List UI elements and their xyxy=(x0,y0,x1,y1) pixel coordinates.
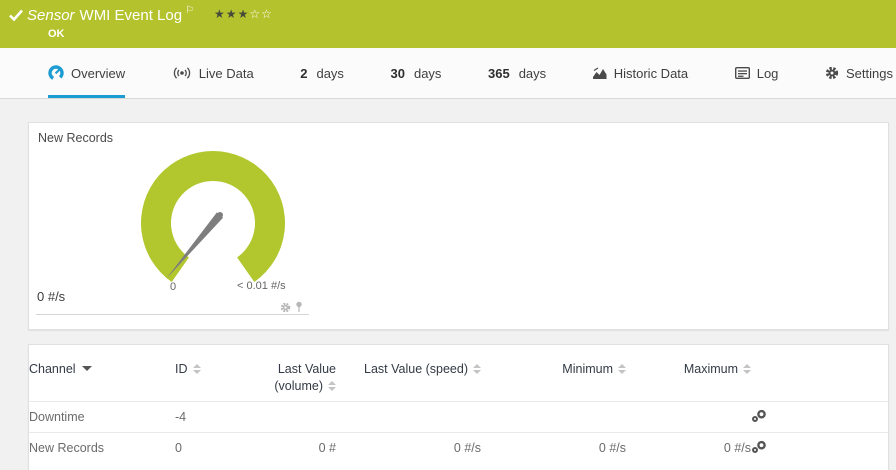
channel-settings-gears-icon[interactable] xyxy=(751,431,890,463)
tab-settings[interactable]: Settings xyxy=(825,48,893,98)
sensor-name: WMI Event Log xyxy=(79,7,183,24)
gauge-panel: New Records 0 < 0.01 #/s 0 #/s xyxy=(28,122,889,330)
column-header-id[interactable]: ID xyxy=(175,345,255,401)
column-header-last-value-volume[interactable]: Last Value (volume) xyxy=(255,345,336,401)
tab-historic-data[interactable]: Historic Data xyxy=(592,48,689,98)
gauge-icon xyxy=(48,65,64,81)
tab-number: 30 xyxy=(390,65,405,81)
gauge-scale-max-label: < 0.01 #/s xyxy=(237,280,286,292)
table-header-row: Channel ID Last Value (volume) Last Valu… xyxy=(29,345,890,401)
tab-365-days[interactable]: 365 days xyxy=(488,48,546,98)
tab-2-days[interactable]: 2 days xyxy=(300,48,344,98)
sort-icon xyxy=(473,364,481,374)
tab-label: Live Data xyxy=(198,65,254,81)
table-row: Downtime -4 xyxy=(29,400,890,433)
tab-label: Log xyxy=(756,65,779,81)
tab-label: Historic Data xyxy=(613,65,689,81)
tab-label: days xyxy=(413,65,442,81)
channel-table-panel: Channel ID Last Value (volume) Last Valu… xyxy=(28,344,890,470)
tab-overview[interactable]: Overview xyxy=(48,48,126,98)
log-icon xyxy=(734,67,750,79)
broadcast-icon xyxy=(172,66,192,80)
cell-maximum xyxy=(626,400,751,433)
cell-id: 0 xyxy=(175,431,255,463)
status-badge: OK xyxy=(48,28,65,40)
sort-icon xyxy=(743,364,751,374)
table-row: New Records 0 0 # 0 #/s 0 #/s 0 #/s xyxy=(29,431,890,463)
tab-label: Settings xyxy=(845,65,893,81)
gear-icon xyxy=(825,66,839,80)
cell-maximum: 0 #/s xyxy=(626,431,751,463)
cell-last-value-volume: 0 # xyxy=(255,431,336,463)
gauge-panel-title: New Records xyxy=(38,131,114,145)
tab-live-data[interactable]: Live Data xyxy=(172,48,254,98)
tab-number: 2 xyxy=(300,65,308,81)
sensor-status-header: Sensor WMI Event Log ⚐ ★★★☆☆ OK xyxy=(0,0,896,48)
cell-minimum: 0 #/s xyxy=(481,431,626,463)
sensor-tab-bar: Overview Live Data 2 days 30 days 365 da… xyxy=(0,48,896,99)
gauge-scale-min-label: 0 xyxy=(169,281,177,293)
channel-table: Channel ID Last Value (volume) Last Valu… xyxy=(29,345,890,463)
channel-settings-gears-icon[interactable] xyxy=(751,400,890,433)
pin-icon[interactable] xyxy=(294,300,304,318)
tab-log[interactable]: Log xyxy=(734,48,779,98)
priority-stars-empty: ☆☆ xyxy=(249,7,273,21)
cell-last-value-speed: 0 #/s xyxy=(336,431,481,463)
cell-last-value-volume xyxy=(255,400,336,433)
priority-stars[interactable]: ★★★☆☆ xyxy=(214,7,273,21)
page-title: Sensor WMI Event Log ⚐ ★★★☆☆ xyxy=(27,5,273,24)
tab-label: Overview xyxy=(71,65,126,81)
chart-icon xyxy=(592,66,607,80)
sort-desc-icon xyxy=(81,366,92,371)
tab-number: 365 xyxy=(488,65,510,81)
gauge-footer-divider xyxy=(36,314,309,315)
tab-label: days xyxy=(316,65,344,81)
cell-last-value-speed xyxy=(336,400,481,433)
column-header-channel[interactable]: Channel xyxy=(29,345,175,401)
cell-channel[interactable]: Downtime xyxy=(29,400,175,433)
sort-icon xyxy=(618,364,626,374)
sort-icon xyxy=(328,380,336,391)
priority-stars-filled: ★★★ xyxy=(214,7,250,21)
gauge-current-value: 0 #/s xyxy=(37,289,66,304)
gear-icon[interactable] xyxy=(280,300,291,318)
sort-icon xyxy=(192,364,201,374)
flag-icon[interactable]: ⚐ xyxy=(185,5,194,16)
tab-30-days[interactable]: 30 days xyxy=(391,48,442,98)
column-header-last-value-speed[interactable]: Last Value (speed) xyxy=(336,345,481,401)
object-kind-label: Sensor xyxy=(27,7,75,24)
gauge-toolbar xyxy=(280,300,304,318)
column-header-maximum[interactable]: Maximum xyxy=(626,345,751,401)
cell-channel[interactable]: New Records xyxy=(29,431,175,463)
ok-check-icon xyxy=(9,8,23,26)
tab-label: days xyxy=(518,65,547,81)
sensor-page: SensorWMI Event Log⚐ ★★★☆☆ OK Overview xyxy=(0,0,896,470)
cell-minimum xyxy=(481,400,626,433)
column-header-minimum[interactable]: Minimum xyxy=(481,345,626,401)
gauge-chart xyxy=(141,151,285,282)
cell-id: -4 xyxy=(175,400,255,433)
